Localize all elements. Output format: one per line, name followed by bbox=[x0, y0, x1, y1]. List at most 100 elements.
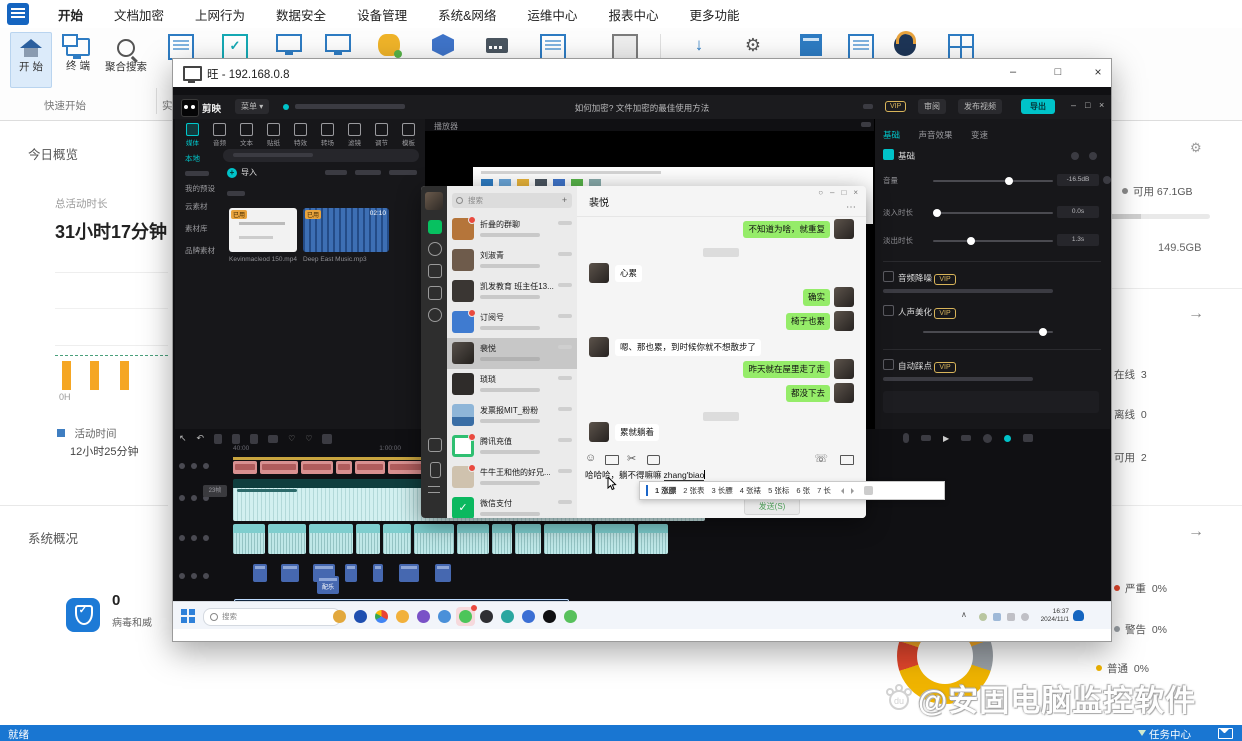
tab-transition[interactable]: 转场 bbox=[314, 121, 341, 147]
chat-list-item[interactable]: 折叠的群聊 bbox=[447, 214, 577, 245]
message-avatar[interactable] bbox=[589, 337, 609, 357]
remote-maximize-button[interactable]: □ bbox=[1051, 65, 1065, 79]
ribbon-grid-icon[interactable] bbox=[948, 34, 974, 60]
start-button[interactable] bbox=[181, 609, 195, 623]
voice-call-icon[interactable]: ☏ bbox=[814, 452, 828, 465]
favorite2-icon[interactable]: ♡ bbox=[305, 434, 312, 443]
message-avatar[interactable] bbox=[589, 263, 609, 283]
review-button[interactable]: 审阅 bbox=[918, 99, 946, 114]
message-avatar[interactable] bbox=[589, 422, 609, 442]
remote-minimize-button[interactable]: – bbox=[1006, 65, 1020, 79]
next-frame-icon[interactable] bbox=[961, 435, 971, 441]
ribbon-device-icon[interactable] bbox=[612, 34, 638, 60]
task-center[interactable]: 任务中心 bbox=[1138, 727, 1191, 741]
ribbon-server-icon[interactable] bbox=[486, 38, 508, 53]
ime-settings-icon[interactable] bbox=[864, 486, 873, 495]
chat-list-item[interactable]: ✓微信支付 bbox=[447, 493, 577, 518]
ime-next-icon[interactable] bbox=[851, 488, 857, 494]
taskbar-app-icon[interactable] bbox=[564, 610, 577, 623]
message-input[interactable]: 哈哈哈，躺不得嘛嘛zhang'biao bbox=[585, 469, 705, 481]
wechat-chats-icon[interactable] bbox=[428, 220, 442, 234]
tray-icon[interactable] bbox=[979, 613, 987, 621]
player-expand-icon[interactable] bbox=[861, 122, 871, 127]
wechat-menu-icon[interactable] bbox=[428, 486, 440, 493]
video-call-icon[interactable] bbox=[840, 455, 854, 465]
ribbon-screen-icon[interactable] bbox=[276, 34, 302, 52]
ime-prev-icon[interactable] bbox=[838, 488, 844, 494]
basic-section-toggle[interactable]: 基础 bbox=[883, 149, 915, 162]
video-clip-thumbnail[interactable]: 已用 bbox=[229, 208, 297, 252]
wechat-avatar[interactable] bbox=[425, 192, 443, 210]
ime-candidate[interactable]: 5 张标 bbox=[768, 485, 789, 496]
inspector-tab-speed[interactable]: 变速 bbox=[971, 130, 988, 140]
ribbon-support-icon[interactable] bbox=[894, 34, 916, 56]
emoji-icon[interactable]: ☺ bbox=[585, 452, 596, 464]
wechat-favorites-icon[interactable] bbox=[428, 264, 442, 278]
chat-list-item[interactable]: 牛牛王和他的好兄... bbox=[447, 462, 577, 493]
panel-gear-icon[interactable]: ⚙ bbox=[1190, 140, 1202, 156]
taskbar-app-icon[interactable] bbox=[438, 610, 451, 623]
taskbar-app-icon[interactable] bbox=[375, 610, 388, 623]
denoise-toggle[interactable]: 音频降噪 VIP bbox=[883, 271, 956, 284]
chat-list-item[interactable]: 琐琐 bbox=[447, 369, 577, 400]
tab-template[interactable]: 模板 bbox=[395, 121, 422, 147]
conversation-more-icon[interactable]: ⋯ bbox=[846, 202, 856, 213]
wechat-phone-icon[interactable] bbox=[430, 462, 441, 478]
wechat-contacts-icon[interactable] bbox=[428, 242, 442, 256]
message-icon[interactable] bbox=[1218, 728, 1233, 739]
tray-icon[interactable] bbox=[1007, 613, 1015, 621]
export-button[interactable]: 导出 bbox=[1021, 99, 1055, 114]
menu-data-security[interactable]: 数据安全 bbox=[274, 0, 328, 30]
audio-clip-thumbnail[interactable]: 已用 02:10 bbox=[303, 208, 389, 252]
crop-icon[interactable] bbox=[268, 435, 278, 443]
tab-text[interactable]: 文本 bbox=[233, 121, 260, 147]
wechat-close-icon[interactable]: × bbox=[853, 188, 858, 197]
taskbar-app-icon[interactable] bbox=[480, 610, 493, 623]
menu-report-center[interactable]: 报表中心 bbox=[606, 0, 660, 30]
ribbon-docs-icon[interactable] bbox=[848, 34, 874, 60]
wechat-moments-icon[interactable] bbox=[428, 308, 442, 322]
tab-media[interactable]: 媒体 bbox=[179, 121, 206, 147]
ribbon-audit-icon[interactable]: ✓ bbox=[222, 34, 248, 60]
taskbar-app-icon[interactable] bbox=[354, 610, 367, 623]
chat-list-item[interactable]: 凯发教育 班主任13... bbox=[447, 276, 577, 307]
menu-system-network[interactable]: 系统&网络 bbox=[436, 0, 498, 30]
undo-icon[interactable]: ↶ bbox=[197, 433, 205, 444]
app-logo-icon[interactable] bbox=[7, 3, 29, 25]
chat-list-item-selected[interactable]: 裴悦 bbox=[447, 338, 577, 369]
fullscreen-icon[interactable] bbox=[1023, 434, 1033, 442]
wechat-minimize-icon[interactable]: – bbox=[830, 188, 834, 197]
media-search-input[interactable] bbox=[223, 149, 419, 162]
ime-candidate[interactable]: 7 长 bbox=[817, 485, 831, 496]
taskbar-app-icon[interactable] bbox=[501, 610, 514, 623]
ribbon-download-icon[interactable]: ↓ bbox=[688, 34, 710, 56]
ribbon-panel-icon[interactable] bbox=[800, 34, 822, 56]
taskbar-app-icon[interactable] bbox=[417, 610, 430, 623]
ribbon-settings-icon[interactable]: ⚙ bbox=[742, 34, 764, 56]
fade-in-value[interactable]: 0.0s bbox=[1057, 206, 1099, 218]
favorite-icon[interactable]: ♡ bbox=[288, 434, 295, 443]
message-avatar[interactable] bbox=[834, 311, 854, 331]
menu-device-mgmt[interactable]: 设备管理 bbox=[355, 0, 409, 30]
volume-slider[interactable] bbox=[933, 180, 1053, 182]
remote-window-titlebar[interactable]: 旺 - 192.168.0.8 – □ × bbox=[173, 59, 1111, 88]
message-avatar[interactable] bbox=[834, 287, 854, 307]
file-icon[interactable] bbox=[605, 455, 619, 465]
editor-close-icon[interactable]: × bbox=[1099, 100, 1104, 110]
nav-brand[interactable]: 品牌素材 bbox=[185, 245, 215, 256]
wechat-search-input[interactable]: 搜索 bbox=[452, 193, 568, 208]
ime-candidate[interactable]: 6 张 bbox=[796, 485, 810, 496]
tab-adjust[interactable]: 调节 bbox=[368, 121, 395, 147]
ime-candidate-bar[interactable]: 1 涨膘 2 张表 3 长膘 4 张裱 5 张标 6 张 7 长 bbox=[639, 481, 945, 500]
wechat-maximize-icon[interactable]: □ bbox=[841, 188, 846, 197]
ribbon-multiscreen-icon[interactable] bbox=[325, 34, 351, 52]
taskbar-app-icon[interactable] bbox=[333, 610, 346, 623]
remote-close-button[interactable]: × bbox=[1091, 65, 1105, 79]
taskbar-app-icon[interactable] bbox=[396, 610, 409, 623]
fade-out-value[interactable]: 1.3s bbox=[1057, 234, 1099, 246]
volume-value[interactable]: -16.5dB bbox=[1057, 174, 1099, 186]
menu-doc-encrypt[interactable]: 文档加密 bbox=[112, 0, 166, 30]
wechat-files-icon[interactable] bbox=[428, 286, 442, 300]
nav-cloud[interactable]: 云素材 bbox=[185, 201, 208, 212]
inspector-tab-sound[interactable]: 声音效果 bbox=[918, 130, 952, 140]
